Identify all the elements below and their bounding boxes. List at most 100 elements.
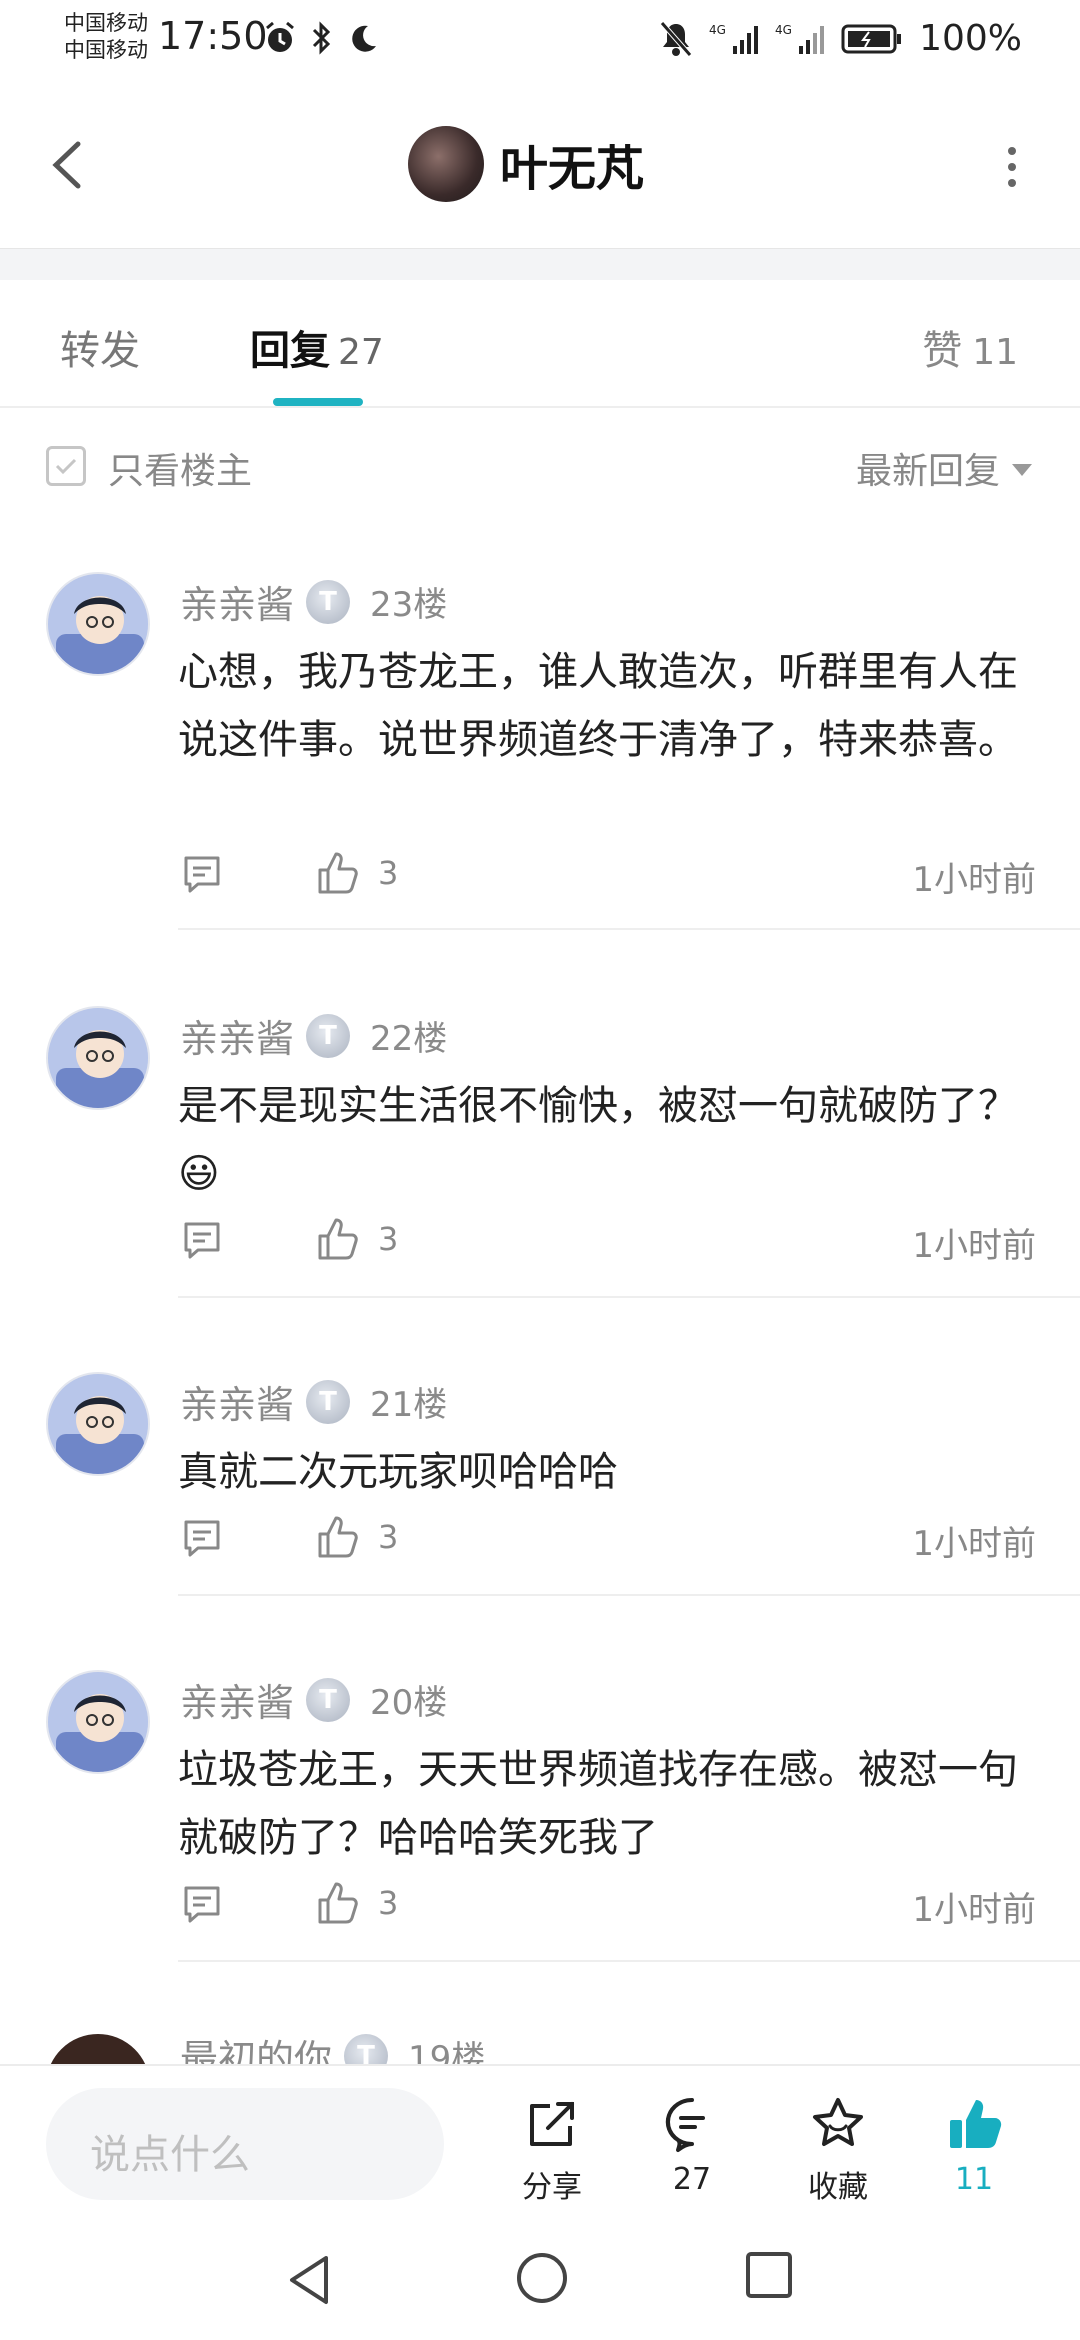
- thumbs-up-icon[interactable]: [316, 848, 360, 896]
- share-button[interactable]: 分享: [502, 2094, 602, 2206]
- comment-icon: [665, 2097, 705, 2152]
- active-tab-indicator: [273, 398, 363, 406]
- comment-text: 真就二次元玩家呗哈哈哈: [178, 1449, 618, 1495]
- header-user[interactable]: 叶无芃: [408, 126, 644, 202]
- comment-header: 亲亲酱 T 21楼: [180, 1374, 447, 1429]
- filter-row: 只看楼主 最新回复: [0, 430, 1080, 510]
- star-icon: [813, 2098, 863, 2146]
- comment-header: 亲亲酱 T 22楼: [180, 1008, 447, 1063]
- comment-header: 最初的你 T 19楼: [180, 2028, 485, 2064]
- status-icons-right: 4G 4G 100%: [659, 18, 1022, 59]
- avatar-image: [48, 574, 148, 674]
- tab-like-count: 11: [972, 332, 1018, 373]
- moon-icon: [352, 25, 376, 52]
- avatar[interactable]: [46, 2034, 150, 2064]
- carrier-text: 中国移动 中国移动: [64, 10, 148, 64]
- tab-like[interactable]: 赞 11: [922, 318, 1018, 376]
- battery-icon: [841, 24, 902, 53]
- svg-text:4G: 4G: [775, 23, 792, 37]
- divider: [178, 1960, 1080, 1962]
- like-count: 3: [378, 1884, 399, 1922]
- tab-reply-count: 27: [338, 332, 384, 373]
- nav-home-icon[interactable]: [514, 2250, 570, 2306]
- only-op-checkbox[interactable]: [46, 446, 86, 486]
- comments-button[interactable]: 27: [642, 2094, 742, 2197]
- share-icon: [530, 2102, 574, 2146]
- reply-icon[interactable]: [180, 1516, 224, 1560]
- comment-author[interactable]: 亲亲酱: [180, 1672, 294, 1727]
- reply-icon[interactable]: [180, 1882, 224, 1926]
- divider: [178, 1296, 1080, 1298]
- level-badge: T: [306, 579, 351, 624]
- level-badge: T: [306, 1379, 351, 1424]
- thumbs-up-icon[interactable]: [316, 1214, 360, 1262]
- reply-icon[interactable]: [180, 852, 224, 896]
- more-vertical-icon[interactable]: [1004, 145, 1020, 189]
- comment-input[interactable]: 说点什么: [46, 2088, 444, 2200]
- avatar[interactable]: [46, 572, 150, 676]
- check-icon: [55, 458, 77, 475]
- divider: [178, 928, 1080, 930]
- comment-header: 亲亲酱 T 20楼: [180, 1672, 447, 1727]
- level-badge: T: [306, 1677, 351, 1722]
- favorite-button[interactable]: 收藏: [788, 2094, 888, 2206]
- like-count: 3: [378, 1518, 399, 1556]
- level-badge: T: [306, 1013, 351, 1058]
- share-label: 分享: [522, 2170, 582, 2205]
- comment-author[interactable]: 亲亲酱: [180, 1374, 294, 1429]
- like-button[interactable]: 11: [924, 2094, 1024, 2197]
- status-bar: 中国移动 中国移动 17:50 4G 4G 100%: [0, 0, 1080, 80]
- reply-icon[interactable]: [180, 1218, 224, 1262]
- avatar[interactable]: [46, 1006, 150, 1110]
- comment-actions: 3 1小时前: [180, 1882, 1036, 1932]
- sort-dropdown[interactable]: 最新回复: [856, 442, 1032, 494]
- comment-time: 1小时前: [912, 860, 1036, 900]
- comment-header: 亲亲酱 T 23楼: [180, 574, 447, 629]
- tab-like-label: 赞: [922, 328, 963, 374]
- favorite-label: 收藏: [808, 2170, 868, 2205]
- floor-number: 21楼: [370, 1385, 448, 1425]
- avatar[interactable]: [46, 1670, 150, 1774]
- comment-author[interactable]: 亲亲酱: [180, 1008, 294, 1063]
- status-icons-left: [262, 20, 378, 56]
- avatar-image: [48, 1374, 148, 1474]
- only-op-label[interactable]: 只看楼主: [108, 442, 252, 494]
- bottom-action-bar: 说点什么 分享 27 收藏 11: [0, 2064, 1080, 2224]
- avatar-image: [48, 1008, 148, 1108]
- comment-actions: 3 1小时前: [180, 1218, 1036, 1268]
- tab-bar: 转发 回复 27 赞 11: [0, 280, 1080, 408]
- sort-label: 最新回复: [855, 451, 1000, 492]
- comment-item-partial[interactable]: 最初的你 T 19楼: [0, 2020, 1080, 2064]
- thumbs-up-icon[interactable]: [316, 1512, 360, 1560]
- carrier-1: 中国移动: [64, 11, 148, 35]
- floor-number: 19楼: [408, 2039, 486, 2064]
- tab-reply[interactable]: 回复 27: [250, 318, 384, 376]
- thumbs-up-icon[interactable]: [316, 1878, 360, 1926]
- page-title: 叶无芃: [500, 141, 645, 197]
- header-avatar[interactable]: [408, 126, 484, 202]
- avatar-image: [48, 1672, 148, 1772]
- comment-actions: 3 1小时前: [180, 1516, 1036, 1566]
- like-count: 3: [378, 1220, 399, 1258]
- comment-time: 1小时前: [912, 1524, 1036, 1564]
- signal-icon: 4G: [709, 23, 759, 54]
- mute-bell-icon: [660, 20, 692, 57]
- comment-text: 是不是现实生活很不愉快，被怼一句就破防了？😃: [178, 1083, 1018, 1197]
- comment-input-placeholder: 说点什么: [90, 2132, 250, 2178]
- status-time: 17:50: [158, 14, 268, 58]
- avatar[interactable]: [46, 1372, 150, 1476]
- comment-author[interactable]: 亲亲酱: [180, 574, 294, 629]
- floor-number: 23楼: [370, 585, 448, 625]
- system-nav-bar: [0, 2224, 1080, 2340]
- nav-back-icon[interactable]: [282, 2250, 338, 2310]
- alarm-icon: [266, 21, 294, 52]
- chevron-left-icon[interactable]: [40, 130, 100, 200]
- battery-percent: 100%: [919, 18, 1022, 59]
- tab-forward[interactable]: 转发: [60, 318, 140, 376]
- thumbs-up-filled-icon: [950, 2100, 1002, 2148]
- tab-reply-label: 回复: [250, 328, 330, 374]
- comment-author[interactable]: 最初的你: [180, 2028, 332, 2064]
- comments-count: 27: [672, 2162, 712, 2197]
- nav-recent-icon[interactable]: [744, 2250, 794, 2300]
- carrier-2: 中国移动: [64, 38, 148, 62]
